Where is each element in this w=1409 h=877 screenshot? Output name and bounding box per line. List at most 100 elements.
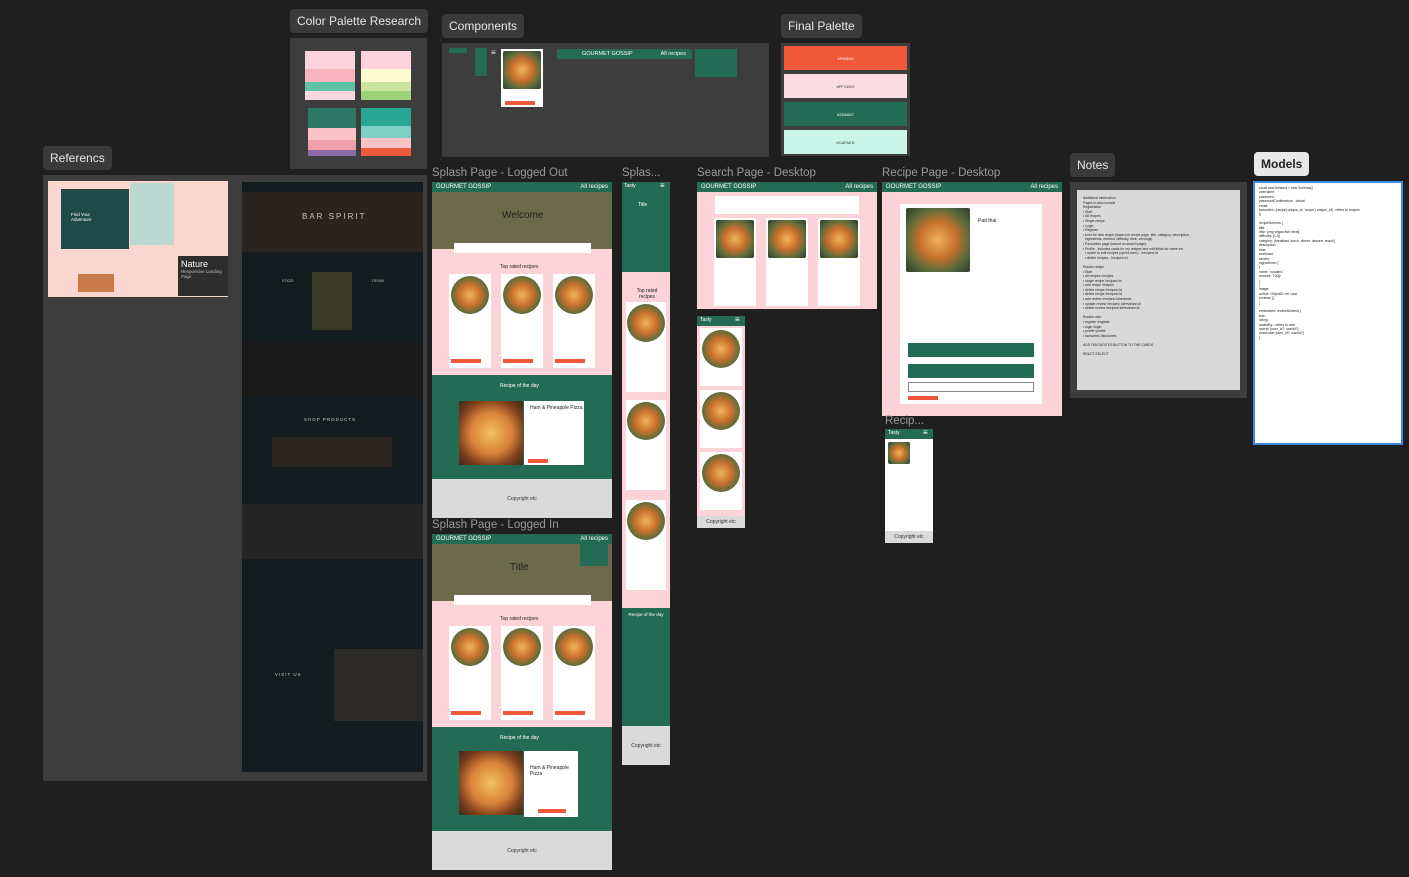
nav-all-recipes[interactable]: All recipes [845,184,873,190]
menu-icon[interactable]: ≡ [923,428,928,437]
swatch [305,69,355,82]
splash-mobile-frame[interactable]: Tasty ≡ Title Top rated recipes Recipe o… [622,181,670,765]
card-button[interactable] [451,711,481,715]
recipe-detail: Pad thai [900,204,1042,404]
splash-logged-out-frame[interactable]: GOURMET GOSSIP All recipes Welcome Top r… [432,182,612,518]
nature-reference[interactable]: Find Your Adventure Nature Responsive La… [48,181,228,297]
nature-hero: Find Your Adventure [61,189,129,249]
final-swatch-4: #CAFAED [784,130,907,154]
recipe-card[interactable] [501,626,543,720]
notes-sheet: Additional information Pages to also incl… [1077,190,1240,390]
recipe-card[interactable] [553,274,595,368]
card-button[interactable] [503,359,533,363]
recipe-image [888,442,910,464]
recipe-desktop-frame[interactable]: GOURMET GOSSIP All recipes Pad thai [882,182,1062,416]
recipe-card[interactable] [700,328,742,386]
final-swatch-1: #F05E40 [784,46,907,70]
footer: Copyright etc [622,726,670,765]
bar-image [242,504,423,559]
notes-label[interactable]: Notes [1070,153,1116,177]
frame-label-recipe: Recipe Page - Desktop [882,167,1001,179]
top-rated-heading: Top rated recipes [500,616,539,622]
search-desktop-frame[interactable]: GOURMET GOSSIP All recipes [697,182,877,309]
nav-all-recipes[interactable]: All recipes [580,184,608,190]
recipe-card[interactable] [700,452,742,510]
recipe-card[interactable] [766,218,808,306]
recipe-of-day-heading: Recipe of the day [500,383,539,389]
card-button[interactable] [555,711,585,715]
site-header: GOURMET GOSSIP All recipes [882,182,1062,192]
recipe-card[interactable] [553,626,595,720]
search-bar[interactable] [454,595,591,605]
recipe-card[interactable] [501,274,543,368]
search-bar[interactable] [454,243,591,253]
components-frame[interactable]: ≡ GOURMET GOSSIP All recipes [442,43,769,157]
swatch [308,108,356,128]
card-button[interactable] [555,359,585,363]
references-frame[interactable]: Find Your Adventure Nature Responsive La… [43,175,427,781]
search-filters[interactable] [715,196,859,214]
recipe-card[interactable] [626,302,666,392]
nav-all-recipes[interactable]: All recipes [1030,184,1058,190]
card-button[interactable] [451,359,481,363]
submit-review-button[interactable] [908,396,938,400]
final-palette-frame[interactable]: #F05E40 #FFCDE0 #2D6A57 #CAFAED [781,43,910,156]
recipe-card[interactable] [449,274,491,368]
dish-image [627,502,665,540]
recipe-card[interactable] [626,500,666,590]
site-header: GOURMET GOSSIP All recipes [697,182,877,192]
models-frame[interactable]: const userSchema = new Schema({username:… [1253,181,1403,445]
search-mobile-frame[interactable]: Tasty ≡ Copyright etc [697,315,745,528]
frame-label-splash-mobile: Splas... [622,167,661,179]
references-label[interactable]: Referencs [43,146,112,170]
nature-image [78,274,114,292]
models-label[interactable]: Models [1254,152,1310,176]
notes-text: Additional information Pages to also incl… [1083,196,1234,357]
menu-icon[interactable]: ≡ [735,315,740,324]
swatch [305,82,355,91]
recipe-card[interactable] [818,218,860,306]
mobile-header: Tasty ≡ [885,428,933,439]
hero-welcome: Welcome [502,210,544,221]
review-input[interactable] [908,382,1034,392]
splash-logged-in-frame[interactable]: GOURMET GOSSIP All recipes Title Top rat… [432,534,612,870]
swatch [361,148,411,156]
nature-image [130,183,174,245]
notes-frame[interactable]: Additional information Pages to also incl… [1070,182,1247,398]
color-palette-frame[interactable] [290,38,427,169]
dish-image [627,304,665,342]
text-line: } [1259,335,1261,340]
mobile-recipe-of-day: Recipe of the day [622,608,670,726]
user-dropdown[interactable] [580,542,608,566]
nature-badge: Nature Responsive Landing Page [178,256,228,296]
color-palette-label[interactable]: Color Palette Research [290,9,429,33]
final-palette-label[interactable]: Final Palette [781,14,862,38]
swatch [361,138,411,148]
dish-image [627,402,665,440]
menu-icon[interactable]: ≡ [660,181,665,190]
swatch [361,82,411,91]
featured-recipe-button[interactable] [538,809,566,813]
featured-recipe-button[interactable] [528,459,548,463]
frame-label-recipe-mobile: Recip... [885,415,924,427]
swatch [305,91,355,100]
swatch [308,150,356,156]
swatch [361,91,411,100]
recipe-card[interactable] [714,218,756,306]
bar-spirit-reference[interactable]: BAR SPIRIT FOOD DRINK SHOP PRODUCTS VISI… [242,182,423,772]
bar-hero: BAR SPIRIT [242,192,423,252]
component-button [715,71,733,75]
components-label[interactable]: Components [442,14,525,38]
footer: Copyright etc [697,516,745,528]
mobile-recipe-of-day-heading: Recipe of the day [628,612,664,617]
bar-image [334,649,423,721]
recipe-card[interactable] [700,390,742,448]
swatch [361,51,411,69]
recipe-mobile-frame[interactable]: Tasty ≡ Copyright etc [885,428,933,543]
recipe-card[interactable] [626,400,666,490]
featured-recipe-card[interactable]: Ham & Pineapple Pizza [524,751,578,817]
card-button[interactable] [503,711,533,715]
recipe-card[interactable] [449,626,491,720]
featured-recipe-card[interactable]: Ham & Pineapple Pizza [524,401,584,465]
mobile-brand: Tasty [624,183,636,189]
